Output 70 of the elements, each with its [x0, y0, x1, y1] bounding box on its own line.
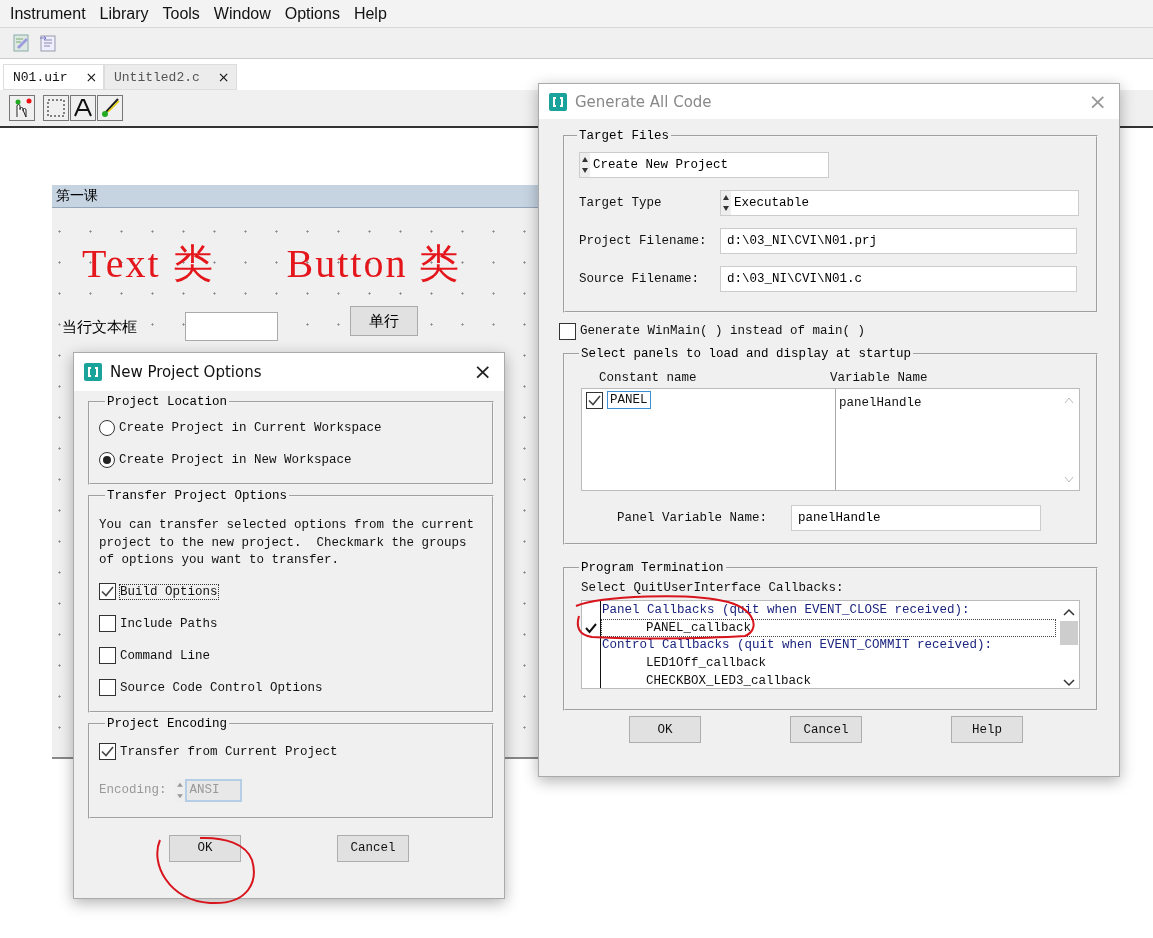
- checkbox[interactable]: [99, 647, 116, 664]
- group-title: Project Encoding: [106, 716, 229, 731]
- option-label: Command Line: [120, 648, 210, 663]
- text-field[interactable]: [185, 312, 278, 341]
- dialog-button[interactable]: Cancel: [337, 834, 409, 862]
- menu-item[interactable]: Window: [213, 4, 271, 23]
- option-label: Source Code Control Options: [120, 680, 323, 695]
- mode-spinner[interactable]: Create New Project: [579, 152, 829, 178]
- option-label: Generate WinMain( ) instead of main( ): [580, 324, 866, 338]
- column-header: Variable Name: [830, 371, 928, 385]
- field-label: Target Type: [579, 196, 663, 210]
- dialog-button[interactable]: Help: [951, 716, 1023, 743]
- radio-button[interactable]: [99, 420, 115, 436]
- group-title: Program Termination: [580, 561, 725, 575]
- file-tab[interactable]: Untitled2.c ×: [104, 64, 237, 90]
- checkbox[interactable]: [99, 679, 116, 696]
- operate-hand-icon[interactable]: [9, 95, 35, 121]
- field-label: 当行文本框: [62, 318, 138, 337]
- menu-item[interactable]: Help: [353, 4, 387, 23]
- list-item[interactable]: PANEL_callback: [601, 619, 1056, 638]
- checkbox[interactable]: [559, 322, 576, 340]
- filename-field[interactable]: d:\03_NI\CVI\N01.prj: [720, 228, 1077, 254]
- list-item[interactable]: CHECKBOX_LED3_callback: [601, 671, 813, 688]
- dialog-button[interactable]: Cancel: [790, 716, 862, 743]
- group-title: Project Location: [106, 395, 229, 409]
- column-header: Constant name: [599, 371, 698, 385]
- description-text: You can transfer selected options from the current project to the new project. Checkmark the groups of options you want to transfer.: [99, 517, 476, 569]
- text-tool-icon[interactable]: [70, 95, 96, 121]
- dialog-title: New Project Options: [110, 363, 263, 381]
- field-label: Project Filename:: [579, 234, 708, 248]
- list-label: Select QuitUserInterface Callbacks:: [581, 581, 845, 595]
- single-line-button[interactable]: 单行: [350, 306, 418, 336]
- option-label: Create Project in Current Workspace: [119, 421, 382, 435]
- close-button[interactable]: ×: [473, 361, 492, 383]
- menu-item[interactable]: Instrument: [10, 4, 86, 23]
- encoding-label: Encoding:: [99, 783, 167, 797]
- panel-heading: Text 类: [82, 240, 215, 288]
- variable-name-field[interactable]: panelHandle: [791, 505, 1042, 531]
- dialog-button[interactable]: OK: [169, 834, 241, 862]
- list-group-header: Control Callbacks (quit when EVENT_COMMIT received):: [601, 637, 994, 654]
- dialog-title: Generate All Code: [575, 92, 713, 111]
- file-tab[interactable]: N01.uir ×: [3, 64, 104, 90]
- option-label: Transfer from Current Project: [120, 744, 338, 759]
- field-label: Panel Variable Name:: [617, 511, 768, 525]
- group-title: Target Files: [578, 129, 670, 143]
- group-title: Transfer Project Options: [106, 489, 289, 503]
- list-cell: panelHandle: [839, 396, 922, 410]
- app-icon: [84, 363, 102, 381]
- menu-item[interactable]: Options: [284, 4, 340, 23]
- menu-item[interactable]: Library: [99, 4, 149, 23]
- menu-item[interactable]: Tools: [162, 4, 200, 23]
- radio-button[interactable]: [99, 452, 115, 468]
- checkbox[interactable]: [99, 583, 116, 600]
- selection-rectangle-icon[interactable]: [43, 95, 69, 121]
- target-type-spinner[interactable]: Executable: [720, 190, 1079, 216]
- checkbox[interactable]: [99, 615, 116, 632]
- option-label: Create Project in New Workspace: [119, 453, 352, 467]
- field-label: Source Filename:: [579, 272, 701, 286]
- paint-brush-icon[interactable]: [97, 95, 123, 121]
- option-label: Build Options: [120, 584, 218, 599]
- list-item[interactable]: LED1Off_callback: [601, 654, 768, 673]
- group-title: Select panels to load and display at startup: [580, 347, 913, 361]
- option-label: Include Paths: [120, 616, 218, 631]
- panel-heading: Button 类: [286, 240, 462, 288]
- filename-field[interactable]: d:\03_NI\CVI\N01.c: [720, 266, 1077, 292]
- app-icon: [549, 92, 567, 111]
- checkbox[interactable]: [586, 391, 603, 409]
- list-item[interactable]: PANEL: [607, 391, 651, 409]
- dialog-button[interactable]: OK: [629, 716, 701, 743]
- panel-title: 第一课: [56, 187, 98, 205]
